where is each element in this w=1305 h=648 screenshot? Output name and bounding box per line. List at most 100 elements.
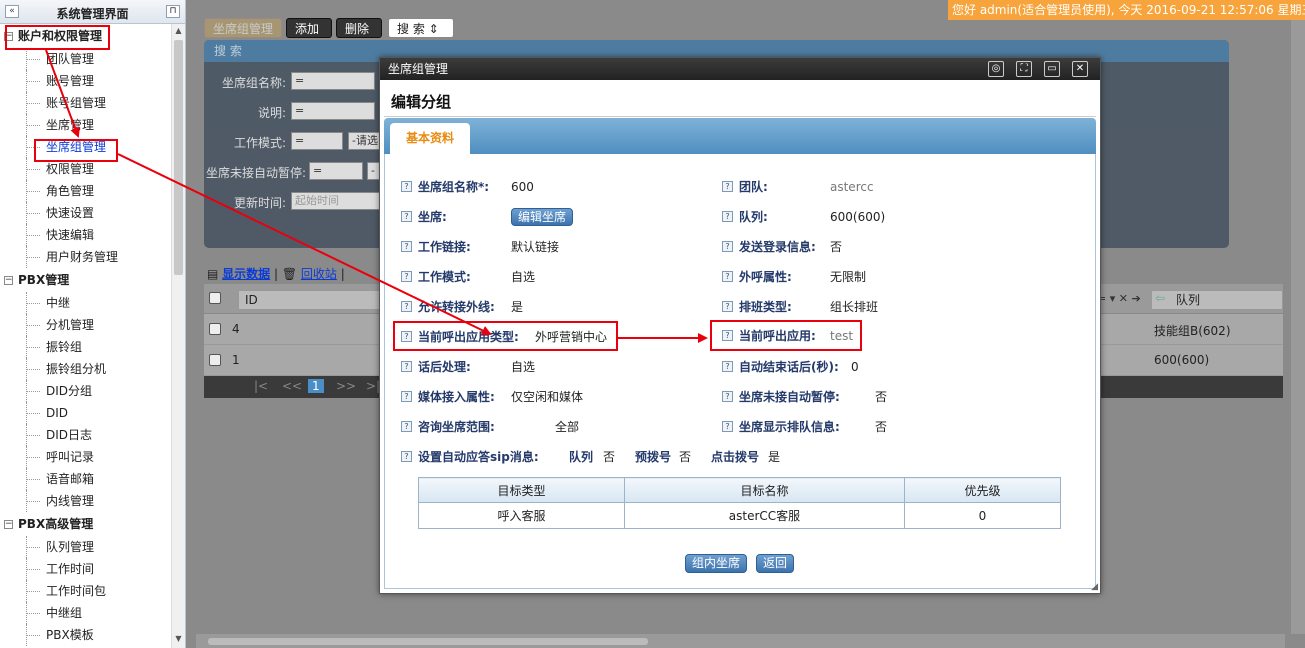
row-checkbox[interactable] <box>209 323 221 335</box>
sip-click-value[interactable]: 是 <box>768 449 780 465</box>
pin-icon[interactable]: ⊓ <box>166 5 180 18</box>
search-toggle[interactable]: 搜 索 ⇕ <box>388 18 454 38</box>
column-queue-header[interactable]: 队列 <box>1151 290 1283 310</box>
scroll-down-icon[interactable]: ▼ <box>172 634 185 646</box>
help-icon[interactable]: ? <box>722 241 733 252</box>
value-send-login[interactable]: 否 <box>830 239 842 255</box>
sidebar-item-ringgroup[interactable]: 振铃组 <box>0 336 172 358</box>
last-page-button[interactable]: >| <box>366 379 380 393</box>
help-icon[interactable]: ? <box>722 391 733 402</box>
value-media-access[interactable]: 仅空闲和媒体 <box>511 389 583 405</box>
select-all-checkbox[interactable] <box>209 292 221 304</box>
scroll-thumb[interactable] <box>174 40 183 275</box>
help-icon[interactable]: ? <box>722 301 733 312</box>
help-icon[interactable]: ? <box>401 451 412 462</box>
value-queue[interactable]: 600(600) <box>830 209 885 225</box>
section-pbx[interactable]: − PBX管理 <box>0 268 172 292</box>
help-icon[interactable]: ? <box>401 391 412 402</box>
search-val-mode[interactable]: -请选 <box>348 132 380 150</box>
value-consult-scope[interactable]: 全部 <box>555 419 579 435</box>
table-row[interactable]: 呼入客服 asterCC客服 0 <box>418 502 1061 529</box>
value-auto-end-wrapup[interactable]: 0 <box>851 359 859 375</box>
sidebar-scrollbar[interactable]: ▲ ▼ <box>171 24 185 648</box>
sidebar-item-voicemail[interactable]: 语音邮箱 <box>0 468 172 490</box>
search-start-time[interactable]: 起始时间 <box>291 192 381 210</box>
value-allow-transfer[interactable]: 是 <box>511 299 523 315</box>
search-op-name[interactable]: = <box>291 72 375 90</box>
first-page-button[interactable]: |< <box>254 379 268 393</box>
value-auto-pause[interactable]: 否 <box>875 389 887 405</box>
sip-queue-value[interactable]: 否 <box>603 449 615 465</box>
help-icon[interactable]: ? <box>722 271 733 282</box>
edit-agents-button[interactable]: 编辑坐席 <box>511 208 574 226</box>
sidebar-item-did-log[interactable]: DID日志 <box>0 424 172 446</box>
value-team[interactable]: astercc <box>830 179 874 195</box>
show-data-link[interactable]: 显示数据 <box>222 267 270 281</box>
sidebar-item-account-group[interactable]: 账号组管理 <box>0 92 172 114</box>
value-work-mode[interactable]: 自选 <box>511 269 535 285</box>
sidebar-item-did-group[interactable]: DID分组 <box>0 380 172 402</box>
prev-page-button[interactable]: << <box>282 379 302 393</box>
help-icon[interactable]: ? <box>722 361 733 372</box>
sidebar-item-trunk-group[interactable]: 中继组 <box>0 602 172 624</box>
help-icon[interactable]: ? <box>401 361 412 372</box>
sidebar-item-worktime-pack[interactable]: 工作时间包 <box>0 580 172 602</box>
tab-basic-info[interactable]: 基本资料 <box>390 123 470 154</box>
value-after-call[interactable]: 自选 <box>511 359 535 375</box>
back-button[interactable]: 返回 <box>756 554 795 573</box>
scroll-up-icon[interactable]: ▲ <box>172 26 185 38</box>
help-icon[interactable]: ? <box>401 181 412 192</box>
sidebar-item-ringgroup-ext[interactable]: 振铃组分机 <box>0 358 172 380</box>
search-op-autopause[interactable]: = <box>309 162 363 180</box>
sidebar-item-extension[interactable]: 分机管理 <box>0 314 172 336</box>
help-icon[interactable]: ? <box>722 421 733 432</box>
sidebar-item-team[interactable]: 团队管理 <box>0 48 172 70</box>
sidebar-item-did[interactable]: DID <box>0 402 172 424</box>
sip-predial-value[interactable]: 否 <box>679 449 691 465</box>
help-icon[interactable]: ? <box>401 301 412 312</box>
collapse-tree-icon[interactable]: − <box>4 520 13 529</box>
sidebar-item-queue[interactable]: 队列管理 <box>0 536 172 558</box>
help-icon[interactable]: ? <box>722 211 733 222</box>
value-schedule-type[interactable]: 组长排班 <box>830 299 878 315</box>
sidebar-item-internal[interactable]: 内线管理 <box>0 490 172 512</box>
sidebar-item-trunk[interactable]: 中继 <box>0 292 172 314</box>
resize-handle-icon[interactable]: ◢ <box>1091 582 1098 592</box>
sidebar-item-agent[interactable]: 坐席管理 <box>0 114 172 136</box>
sidebar-item-quick-setup[interactable]: 快速设置 <box>0 202 172 224</box>
sidebar-item-pbx-template[interactable]: PBX模板 <box>0 624 172 646</box>
sidebar-item-account[interactable]: 账号管理 <box>0 70 172 92</box>
current-page[interactable]: 1 <box>308 379 324 393</box>
collapse-tree-icon[interactable]: − <box>4 276 13 285</box>
section-pbx-advanced[interactable]: − PBX高级管理 <box>0 512 172 536</box>
next-page-button[interactable]: >> <box>336 379 356 393</box>
main-vertical-scrollbar[interactable] <box>1291 20 1305 634</box>
help-icon[interactable]: ? <box>401 421 412 432</box>
help-icon[interactable]: ? <box>401 211 412 222</box>
column-tools-icon[interactable]: = ▾ ✕ ➔ <box>1097 292 1141 305</box>
sidebar-item-call-log[interactable]: 呼叫记录 <box>0 446 172 468</box>
maximize-icon[interactable]: ⛶ <box>1016 61 1032 77</box>
help-icon[interactable]: ? <box>401 271 412 282</box>
value-show-queue-info[interactable]: 否 <box>875 419 887 435</box>
row-checkbox[interactable] <box>209 354 221 366</box>
sidebar-item-role[interactable]: 角色管理 <box>0 180 172 202</box>
sidebar-item-worktime[interactable]: 工作时间 <box>0 558 172 580</box>
dialog-titlebar[interactable]: 坐席组管理 ◎ ⛶ ▭ ✕ <box>380 58 1100 80</box>
search-op-mode[interactable]: = <box>291 132 343 150</box>
value-outbound-attr[interactable]: 无限制 <box>830 269 866 285</box>
value-group-name[interactable]: 600 <box>511 179 534 195</box>
sidebar-item-quick-edit[interactable]: 快速编辑 <box>0 224 172 246</box>
tab-agent-group[interactable]: 坐席组管理 <box>204 18 282 38</box>
add-button[interactable]: 添加 <box>286 18 332 38</box>
delete-button[interactable]: 删除 <box>336 18 382 38</box>
recycle-bin-link[interactable]: 回收站 <box>301 267 337 281</box>
sidebar-item-finance[interactable]: 用户财务管理 <box>0 246 172 268</box>
group-members-button[interactable]: 组内坐席 <box>685 554 748 573</box>
main-horizontal-scrollbar[interactable] <box>196 634 1285 648</box>
close-icon[interactable]: ✕ <box>1072 61 1088 77</box>
column-id-header[interactable]: ID <box>238 290 398 310</box>
help-icon[interactable]: ? <box>401 241 412 252</box>
arrow-left-icon[interactable]: ⇦ <box>1155 291 1165 305</box>
value-work-link[interactable]: 默认链接 <box>511 239 559 255</box>
